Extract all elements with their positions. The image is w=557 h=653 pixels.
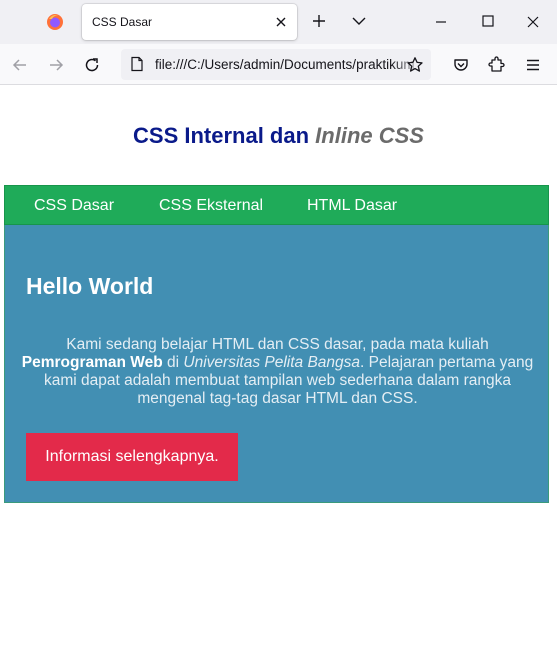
menu-item-html-dasar[interactable]: HTML Dasar [307,197,397,215]
title-main: CSS Internal dan [133,123,316,148]
reload-icon[interactable] [83,56,101,74]
tab-strip: CSS Dasar [0,0,557,44]
window-close-icon[interactable] [525,14,541,30]
forward-arrow-icon[interactable] [47,56,65,74]
browser-toolbar: file:///C:/Users/admin/Documents/praktik… [0,44,557,85]
content-section: Hello World Kami sedang belajar HTML dan… [4,225,549,503]
page-title: CSS Internal dan Inline CSS [0,123,557,149]
bookmark-star-icon[interactable] [406,56,424,74]
content-paragraph: Kami sedang belajar HTML dan CSS dasar, … [15,336,540,408]
menu-item-css-dasar[interactable]: CSS Dasar [34,197,114,215]
hamburger-menu-icon[interactable] [524,56,542,74]
maximize-icon[interactable] [481,14,495,28]
pocket-icon[interactable] [452,56,470,74]
url-bar[interactable]: file:///C:/Users/admin/Documents/praktik… [121,49,431,80]
menu-item-css-eksternal[interactable]: CSS Eksternal [159,197,263,215]
paragraph-part-1: Kami sedang belajar HTML dan CSS dasar, … [66,336,489,353]
content-heading: Hello World [26,273,154,299]
more-info-button[interactable]: Informasi selengkapnya. [26,433,238,481]
url-text[interactable]: file:///C:/Users/admin/Documents/praktik… [155,57,415,72]
new-tab-icon[interactable] [310,12,328,30]
back-arrow-icon[interactable] [11,56,29,74]
title-inline-part: Inline CSS [315,123,424,148]
paragraph-part-2: di [162,354,184,371]
tab-title: CSS Dasar [92,15,153,29]
firefox-view-icon[interactable] [46,13,64,31]
paragraph-bold: Pemrograman Web [21,354,163,371]
nav-menu: CSS Dasar CSS Eksternal HTML Dasar [4,185,549,225]
minimize-icon[interactable] [433,14,449,30]
extensions-icon[interactable] [488,56,506,74]
chevron-down-icon[interactable] [351,13,367,29]
web-page: CSS Internal dan Inline CSS CSS Dasar CS… [0,85,557,653]
page-icon[interactable] [129,56,145,72]
paragraph-italic: Universitas Pelita Bangsa [183,354,361,371]
close-tab-icon[interactable] [273,14,289,30]
active-tab[interactable]: CSS Dasar [82,4,297,40]
